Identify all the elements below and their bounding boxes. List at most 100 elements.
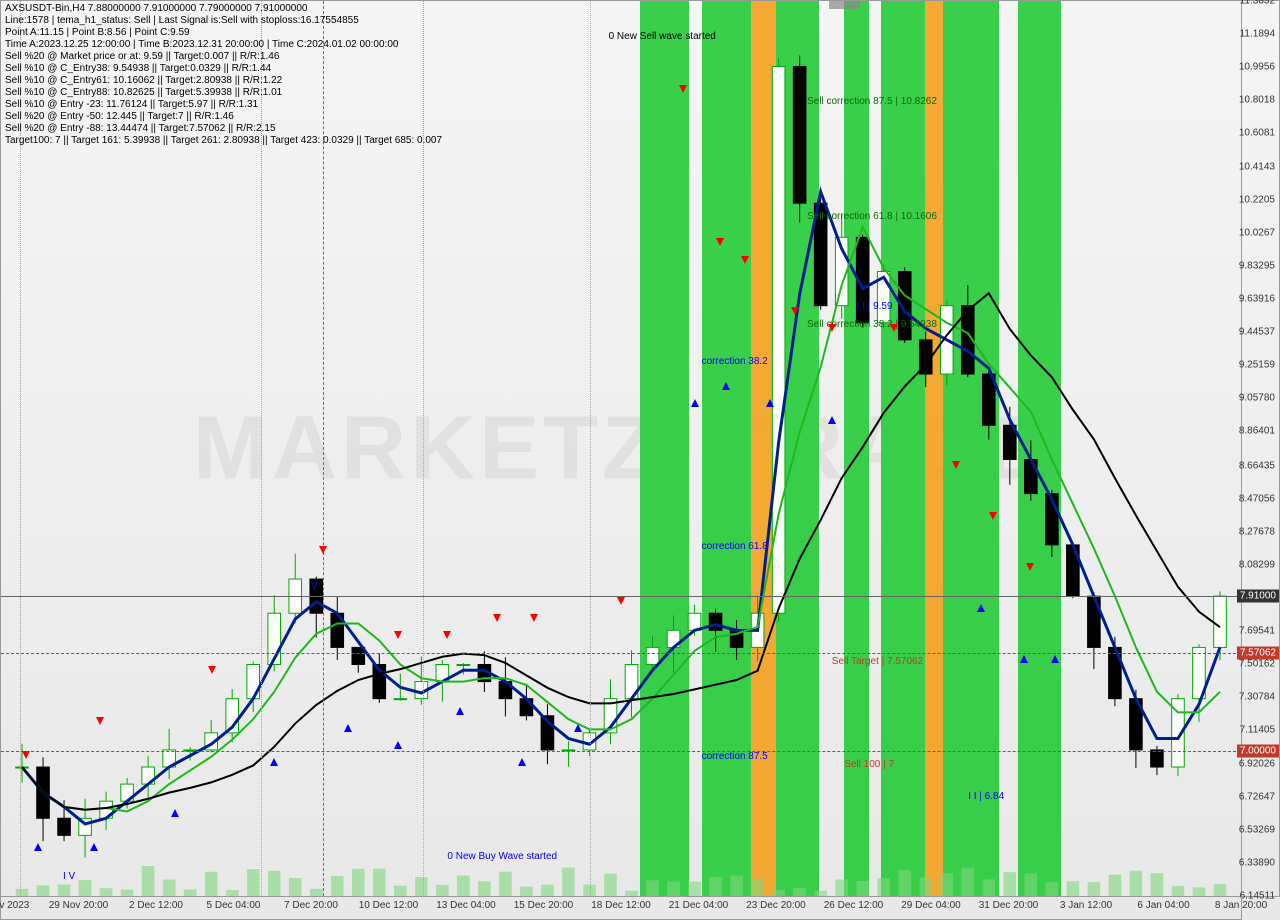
y-tick: 11.3832 <box>1240 0 1275 7</box>
points-line: Point A:11.15 | Point B:8.56 | Point C:9… <box>5 27 190 38</box>
buy-arrow-icon <box>171 809 179 817</box>
x-tick: 27 Nov 2023 <box>0 900 29 911</box>
sell-arrow-icon <box>96 717 104 725</box>
x-tick: 31 Dec 20:00 <box>979 900 1039 911</box>
y-tick: 8.08299 <box>1239 559 1275 570</box>
sell-arrow-icon <box>617 597 625 605</box>
y-tick: 8.86401 <box>1239 426 1275 437</box>
sell-arrow-icon <box>1026 563 1034 571</box>
sell-corr-875: Sell correction 87.5 | 10.8262 <box>807 96 937 107</box>
y-tick: 6.53269 <box>1239 824 1275 835</box>
buy-arrow-icon <box>34 843 42 851</box>
x-tick: 13 Dec 04:00 <box>436 900 496 911</box>
buy-arrow-icon <box>1051 655 1059 663</box>
sell-corr-618: Sell correction 61.8 | 10.1606 <box>807 211 937 222</box>
x-tick: 7 Dec 20:00 <box>284 900 338 911</box>
sell-target-label: Sell Target | 7.57062 <box>832 656 923 667</box>
y-tick: 10.4143 <box>1239 161 1275 172</box>
sell-arrow-icon <box>443 631 451 639</box>
buy-arrow-icon <box>90 843 98 851</box>
y-tick: 10.6081 <box>1239 128 1275 139</box>
sell-arrow-icon <box>493 614 501 622</box>
buy-arrow-icon <box>518 758 526 766</box>
buy-arrow-icon <box>394 741 402 749</box>
order-line-2: Sell %10 @ C_Entry38: 9.54938 || Target:… <box>5 63 271 74</box>
y-tick: 11.1894 <box>1240 29 1275 40</box>
y-tick: 7.69541 <box>1239 626 1275 637</box>
y-tick: 7.11405 <box>1240 725 1275 736</box>
buy-arrow-icon <box>766 399 774 407</box>
y-tick: 7.30784 <box>1239 692 1275 703</box>
y-tick: 6.33890 <box>1239 857 1275 868</box>
sell-arrow-icon <box>22 751 30 759</box>
order-line-3: Sell %10 @ C_Entry61: 10.16062 || Target… <box>5 75 282 86</box>
sell-arrow-icon <box>716 238 724 246</box>
y-tick: 10.0267 <box>1239 227 1275 238</box>
times-line: Time A:2023.12.25 12:00:00 | Time B:2023… <box>5 39 398 50</box>
y-tick: 8.47056 <box>1239 493 1275 504</box>
pivot-low: I I | 6.84 <box>968 791 1004 802</box>
chart-area[interactable]: MARKETZI TRADE AXSUSDT-Bin,H4 7.88000000… <box>0 0 1242 897</box>
sell-corr-382: Sell correction 38.2 | 9.54938 <box>807 319 937 330</box>
sell-arrow-icon <box>530 614 538 622</box>
y-tick: 9.44537 <box>1239 327 1275 338</box>
current-price-tag: 7.91000 <box>1237 590 1279 603</box>
x-tick: 23 Dec 20:00 <box>746 900 806 911</box>
y-tick: 8.66435 <box>1239 460 1275 471</box>
y-tick: 9.63916 <box>1239 293 1275 304</box>
pivot-high: I I | 9.59 <box>857 301 893 312</box>
x-tick: 2 Dec 12:00 <box>129 900 183 911</box>
buy-arrow-icon <box>344 724 352 732</box>
y-tick: 10.2205 <box>1239 194 1275 205</box>
y-tick: 10.9956 <box>1239 62 1275 73</box>
sell-arrow-icon <box>952 461 960 469</box>
order-line-7: Sell %20 @ Entry -88: 13.44474 || Target… <box>5 123 276 134</box>
buy-arrow-icon <box>270 758 278 766</box>
sell-arrow-icon <box>394 631 402 639</box>
x-tick: 5 Dec 04:00 <box>207 900 261 911</box>
x-tick: 10 Dec 12:00 <box>359 900 419 911</box>
x-tick: 15 Dec 20:00 <box>514 900 574 911</box>
status-line: Line:1578 | tema_h1_status: Sell | Last … <box>5 15 359 26</box>
y-tick: 6.92026 <box>1239 758 1275 769</box>
wave-v: V <box>311 581 318 592</box>
buy-arrow-icon <box>1020 655 1028 663</box>
x-tick: 29 Dec 04:00 <box>901 900 961 911</box>
target-1-tag: 7.57062 <box>1237 647 1279 660</box>
sell-arrow-icon <box>319 546 327 554</box>
target-2-line <box>1 751 1241 753</box>
targets-line: Target100: 7 || Target 161: 5.39938 || T… <box>5 135 442 146</box>
x-tick: 6 Jan 04:00 <box>1137 900 1189 911</box>
buy-arrow-icon <box>977 604 985 612</box>
buy-arrow-icon <box>691 399 699 407</box>
y-axis: 11.3832 11.1894 10.9956 10.8018 10.6081 10.41… <box>1241 0 1280 897</box>
buy-arrow-icon <box>828 416 836 424</box>
x-tick: 3 Jan 12:00 <box>1060 900 1112 911</box>
buy-arrow-icon <box>456 707 464 715</box>
sell-wave-label: 0 New Sell wave started <box>609 31 716 42</box>
y-tick: 10.8018 <box>1239 95 1275 106</box>
sell-100-label: Sell 100 | 7 <box>844 759 894 770</box>
sell-arrow-icon <box>679 85 687 93</box>
symbol-label: AXSUSDT-Bin,H4 7.88000000 7.91000000 7.7… <box>5 3 307 14</box>
y-tick: 9.05780 <box>1239 393 1275 404</box>
x-tick: 21 Dec 04:00 <box>669 900 729 911</box>
sell-arrow-icon <box>208 666 216 674</box>
sell-arrow-icon <box>791 307 799 315</box>
buy-arrow-icon <box>722 382 730 390</box>
wave-iv: I V <box>63 871 75 882</box>
y-tick: 8.27678 <box>1239 526 1275 537</box>
buy-arrow-icon <box>574 724 582 732</box>
y-tick: 6.72647 <box>1239 791 1275 802</box>
sell-arrow-icon <box>890 324 898 332</box>
x-tick: 26 Dec 12:00 <box>824 900 884 911</box>
sell-arrow-icon <box>989 512 997 520</box>
buy-wave-label: 0 New Buy Wave started <box>447 851 557 862</box>
order-line-4: Sell %10 @ C_Entry88: 10.82625 || Target… <box>5 87 282 98</box>
order-line-6: Sell %20 @ Entry -50: 12.445 || Target:7… <box>5 111 234 122</box>
y-tick: 9.83295 <box>1239 260 1275 271</box>
corr-875: correction 87.5 <box>702 751 768 762</box>
y-tick: 7.50162 <box>1239 659 1275 670</box>
sell-arrow-icon <box>741 256 749 264</box>
y-tick: 9.25159 <box>1239 360 1275 371</box>
